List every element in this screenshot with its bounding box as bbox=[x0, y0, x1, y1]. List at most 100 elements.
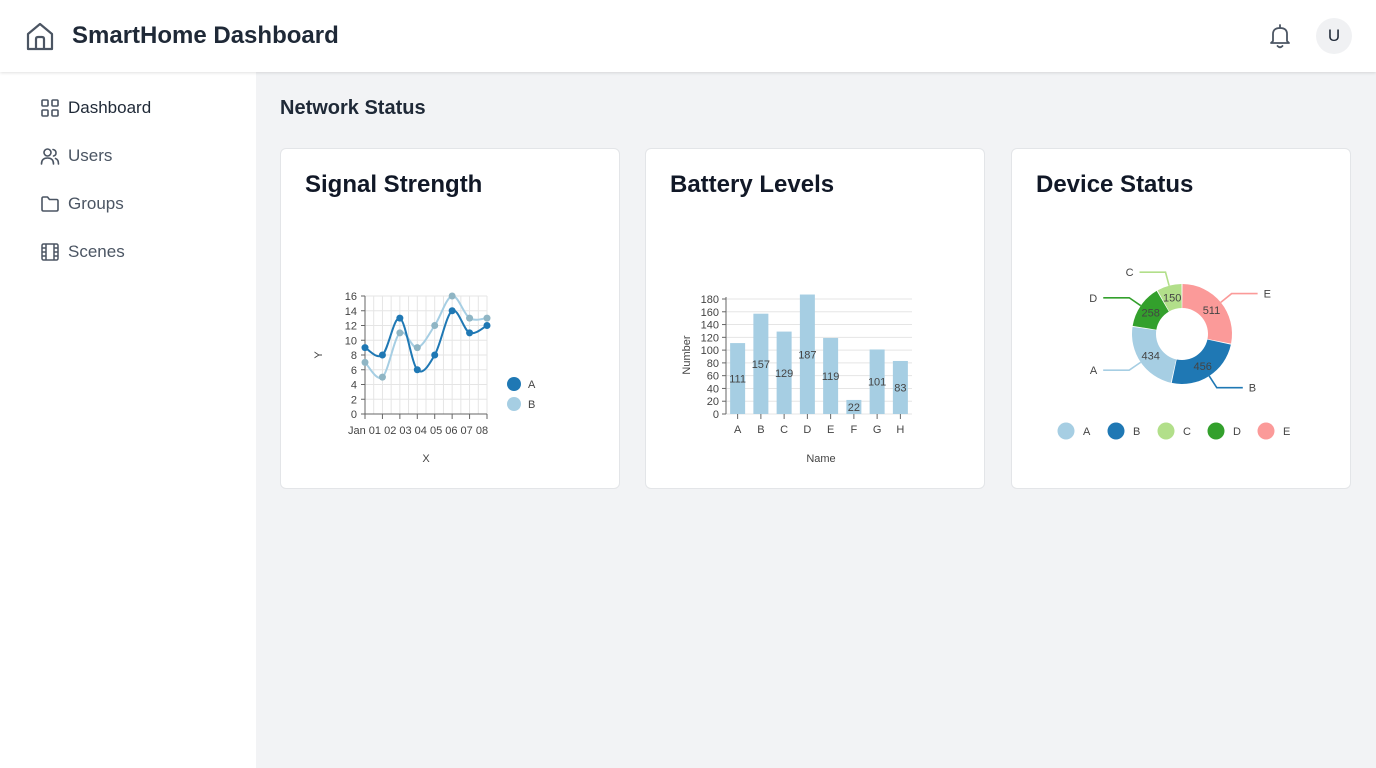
sidebar-item-label: Users bbox=[68, 146, 113, 165]
sidebar-item-label: Groups bbox=[68, 194, 124, 213]
x-axis-label: X bbox=[422, 453, 430, 465]
y-tick-label: 16 bbox=[345, 291, 357, 303]
y-tick-label: 0 bbox=[713, 409, 719, 421]
x-tick-label: E bbox=[827, 424, 834, 436]
x-tick-label: F bbox=[851, 424, 858, 436]
slice-value-label: 258 bbox=[1141, 307, 1159, 319]
callout-label: A bbox=[1090, 365, 1098, 377]
x-axis-label: Name bbox=[806, 453, 835, 465]
bar-value-label: 119 bbox=[822, 371, 840, 383]
y-axis-label: Y bbox=[313, 351, 325, 359]
device-status-card: Device Status 511 456 434 258 150 EBADC ABCD… bbox=[1011, 148, 1351, 489]
data-point bbox=[361, 344, 369, 352]
data-point bbox=[466, 314, 474, 322]
x-tick-label: H bbox=[896, 424, 904, 436]
home-icon[interactable] bbox=[24, 20, 56, 52]
bar-value-label: 157 bbox=[752, 359, 770, 371]
y-tick-label: 100 bbox=[701, 345, 719, 357]
y-tick-label: 60 bbox=[707, 371, 719, 383]
y-tick-label: 160 bbox=[701, 307, 719, 319]
legend-marker bbox=[1157, 422, 1175, 440]
bar-value-label: 22 bbox=[848, 402, 860, 414]
data-point bbox=[413, 366, 421, 374]
slice-value-label: 511 bbox=[1203, 305, 1221, 317]
legend-marker bbox=[1257, 422, 1275, 440]
callout-label: B bbox=[1249, 383, 1256, 395]
slice-value-label: 434 bbox=[1141, 350, 1159, 362]
bar-value-label: 187 bbox=[798, 349, 816, 361]
signal-strength-card: Signal Strength 0 2 4 6 8 10 12 14 16 AB Jan 01 … bbox=[280, 148, 620, 489]
y-axis-label: Number bbox=[681, 335, 693, 374]
sidebar: Dashboard Users Groups Scenes bbox=[0, 72, 256, 768]
y-tick-label: 14 bbox=[345, 306, 357, 318]
legend-label: B bbox=[528, 399, 535, 411]
data-point bbox=[361, 358, 369, 366]
film-icon bbox=[41, 243, 59, 261]
slice-value-label: 150 bbox=[1163, 292, 1181, 304]
data-point bbox=[466, 329, 474, 337]
legend-label: D bbox=[1233, 426, 1241, 438]
x-tick-label: A bbox=[734, 424, 742, 436]
grid-icon bbox=[41, 99, 59, 117]
data-point bbox=[483, 322, 491, 329]
callout-line bbox=[1139, 271, 1170, 286]
users-icon bbox=[40, 148, 60, 165]
data-point bbox=[483, 314, 491, 322]
data-point bbox=[396, 329, 404, 337]
y-tick-label: 12 bbox=[345, 321, 357, 333]
top-bar: SmartHome Dashboard U bbox=[0, 0, 1376, 72]
y-tick-label: 8 bbox=[351, 350, 357, 362]
sidebar-item-scenes[interactable]: Scenes bbox=[40, 240, 125, 264]
y-tick-label: 20 bbox=[707, 396, 719, 408]
bar-value-label: 101 bbox=[868, 377, 886, 389]
callout-label: C bbox=[1126, 267, 1134, 279]
sidebar-item-label: Scenes bbox=[68, 242, 125, 261]
y-tick-label: 10 bbox=[345, 335, 357, 347]
legend-label: C bbox=[1183, 426, 1191, 438]
x-tick-label: D bbox=[803, 424, 811, 436]
y-tick-label: 40 bbox=[707, 383, 719, 395]
legend-label: B bbox=[1133, 426, 1140, 438]
legend-marker bbox=[507, 397, 521, 411]
sidebar-item-groups[interactable]: Groups bbox=[40, 192, 124, 216]
callout-line bbox=[1208, 375, 1243, 389]
sidebar-item-users[interactable]: Users bbox=[40, 144, 112, 168]
legend-label: A bbox=[1083, 426, 1091, 438]
app-title: SmartHome Dashboard bbox=[72, 22, 339, 49]
legend-marker bbox=[1107, 422, 1125, 440]
y-tick-label: 140 bbox=[701, 320, 719, 332]
data-point bbox=[378, 373, 386, 381]
legend-label: E bbox=[1283, 426, 1290, 438]
bell-icon[interactable] bbox=[1266, 22, 1294, 50]
section-title: Network Status bbox=[280, 97, 426, 119]
x-tick-label: G bbox=[873, 424, 882, 436]
legend-label: A bbox=[528, 379, 536, 391]
battery-levels-card: Battery Levels 111 157 129 187 119 22 101 83 02… bbox=[645, 148, 985, 489]
sidebar-item-dashboard[interactable]: Dashboard bbox=[40, 96, 151, 120]
y-tick-label: 80 bbox=[707, 358, 719, 370]
y-tick-label: 120 bbox=[701, 332, 719, 344]
legend-marker bbox=[1207, 422, 1225, 440]
x-tick-labels: Jan 01 02 03 04 05 06 07 08 bbox=[348, 425, 488, 437]
y-tick-label: 6 bbox=[351, 365, 357, 377]
data-point bbox=[431, 351, 439, 359]
folder-icon bbox=[41, 196, 59, 212]
callout-line bbox=[1103, 296, 1142, 307]
data-point bbox=[431, 322, 439, 329]
data-point bbox=[378, 351, 386, 359]
y-tick-label: 4 bbox=[351, 380, 357, 392]
callout-line bbox=[1220, 292, 1258, 304]
device-status-chart: 511 456 434 258 150 E B A D C A B C D E bbox=[1057, 267, 1290, 440]
data-point bbox=[448, 307, 456, 315]
bar-value-label: 83 bbox=[894, 382, 906, 394]
slice-value-label: 456 bbox=[1193, 361, 1211, 373]
avatar[interactable]: U bbox=[1316, 18, 1352, 54]
x-tick-label: C bbox=[780, 424, 788, 436]
signal-strength-chart: 0 2 4 6 8 10 12 14 16 AB Jan 01 02 03 04 05 06 0… bbox=[313, 291, 536, 465]
y-tick-label: 0 bbox=[351, 409, 357, 421]
data-point bbox=[396, 314, 404, 322]
data-point bbox=[413, 344, 421, 352]
x-tick-label: B bbox=[757, 424, 764, 436]
y-tick-label: 2 bbox=[351, 394, 357, 406]
callout-line bbox=[1103, 361, 1142, 371]
